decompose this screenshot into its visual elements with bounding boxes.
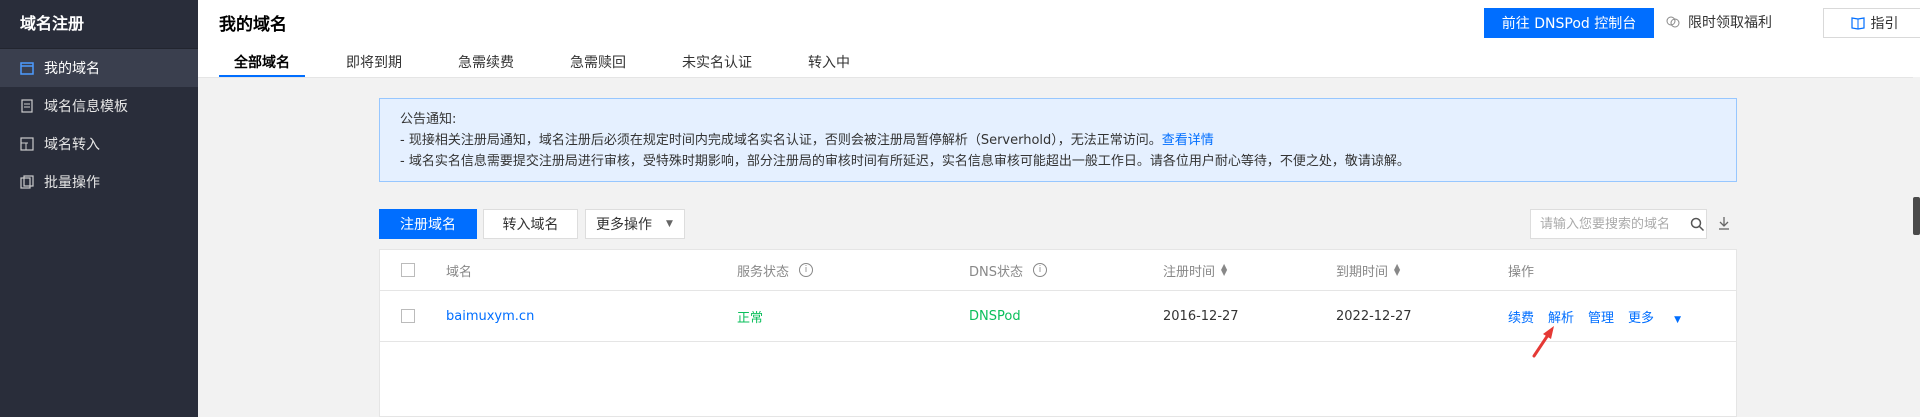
notice-line-1: - 现接相关注册局通知，域名注册后必须在规定时间内完成域名实名认证，否则会被注册… (400, 130, 1716, 151)
tab-urgent-renew[interactable]: 急需续费 (443, 50, 529, 76)
expire-time-value: 2022-12-27 (1336, 308, 1412, 324)
renew-link[interactable]: 续费 (1508, 307, 1534, 326)
table-header: 域名 服务状态 i DNS状态 i 注册时间 ▲ ▼ 到期时间 ▲ ▼ 操作 (380, 250, 1736, 291)
info-icon[interactable]: i (1033, 263, 1047, 277)
register-domain-button[interactable]: 注册域名 (379, 209, 477, 239)
manage-link[interactable]: 管理 (1588, 307, 1614, 326)
caret-down-icon: ▼ (1674, 314, 1681, 325)
col-domain: 域名 (446, 264, 473, 280)
more-actions-dropdown[interactable]: 更多操作 ▼ (585, 209, 685, 239)
view-details-link[interactable]: 查看详情 (1162, 133, 1214, 148)
sidebar-item-info-template[interactable]: 域名信息模板 (0, 87, 198, 125)
row-checkbox[interactable] (401, 309, 415, 323)
annotation-arrow-icon (1532, 326, 1554, 358)
col-expire-time[interactable]: 到期时间 ▲ ▼ (1336, 250, 1400, 290)
tab-transferring[interactable]: 转入中 (793, 50, 865, 76)
chat-icon (1666, 16, 1680, 28)
service-status-value: 正常 (737, 310, 764, 326)
dnspod-console-button[interactable]: 前往 DNSPod 控制台 (1484, 8, 1654, 38)
dns-status-value: DNSPod (969, 308, 1021, 324)
search-input[interactable] (1531, 210, 1686, 238)
tab-expiring[interactable]: 即将到期 (331, 50, 417, 76)
info-icon[interactable]: i (799, 263, 814, 277)
col-register-time-label: 注册时间 (1163, 264, 1216, 280)
notice-line-1-text: - 现接相关注册局通知，域名注册后必须在规定时间内完成域名实名认证，否则会被注册… (400, 133, 1162, 148)
tab-urgent-redeem[interactable]: 急需赎回 (555, 50, 641, 76)
select-all-cell (401, 250, 415, 290)
sort-icon: ▲ ▼ (1221, 262, 1228, 277)
col-expire-time-label: 到期时间 (1336, 264, 1389, 280)
search-box (1530, 209, 1707, 239)
sidebar-item-my-domains[interactable]: 我的域名 (0, 49, 198, 87)
select-all-checkbox[interactable] (401, 263, 415, 277)
sidebar-title: 域名注册 (0, 0, 198, 49)
transfer-domain-button[interactable]: 转入域名 (483, 209, 578, 239)
col-dns-status: DNS状态 i (969, 250, 1047, 290)
col-register-time[interactable]: 注册时间 ▲ ▼ (1163, 250, 1227, 290)
sidebar-item-label: 域名转入 (44, 137, 100, 153)
more-dropdown[interactable]: 更多 ▼ (1628, 307, 1695, 326)
welfare-link[interactable]: 限时领取福利 (1666, 12, 1772, 32)
sort-icon: ▲ ▼ (1394, 262, 1401, 277)
transfer-icon (20, 137, 34, 151)
tabs: 全部域名 即将到期 急需续费 急需赎回 未实名认证 转入中 (219, 50, 891, 77)
sidebar-item-batch[interactable]: 批量操作 (0, 163, 198, 201)
col-dns-status-label: DNS状态 (969, 264, 1023, 280)
copy-icon (20, 175, 34, 189)
download-icon[interactable] (1716, 215, 1732, 231)
notice-line-2: - 域名实名信息需要提交注册局进行审核，受特殊时期影响，部分注册局的审核时间有所… (400, 154, 1410, 169)
scrollbar-thumb[interactable] (1913, 197, 1920, 235)
sidebar: 域名注册 我的域名 域名信息模板 域名转入 批量操作 (0, 0, 198, 417)
sidebar-item-label: 批量操作 (44, 175, 100, 191)
more-label: 更多 (1628, 310, 1655, 326)
page-title: 我的域名 (219, 15, 287, 35)
search-icon[interactable] (1690, 217, 1705, 232)
document-icon (20, 99, 34, 113)
domain-link[interactable]: baimuxym.cn (446, 291, 534, 341)
col-service-status-label: 服务状态 (737, 264, 790, 280)
sidebar-item-label: 域名信息模板 (44, 99, 128, 115)
sidebar-item-transfer-in[interactable]: 域名转入 (0, 125, 198, 163)
guide-button[interactable]: 指引 (1823, 8, 1920, 38)
scrollbar[interactable] (1913, 77, 1920, 417)
caret-down-icon: ▼ (666, 219, 673, 229)
book-icon (1850, 17, 1865, 30)
tab-unverified[interactable]: 未实名认证 (667, 50, 767, 76)
guide-label: 指引 (1870, 16, 1899, 32)
tab-all-domains[interactable]: 全部域名 (219, 50, 305, 77)
sidebar-item-label: 我的域名 (44, 61, 100, 77)
welfare-label: 限时领取福利 (1688, 15, 1772, 31)
header: 我的域名 全部域名 即将到期 急需续费 急需赎回 未实名认证 转入中 前往 DN… (198, 0, 1920, 78)
calendar-icon (20, 61, 34, 75)
register-time-value: 2016-12-27 (1163, 308, 1239, 324)
row-select-cell (401, 291, 415, 341)
notice-banner: 公告通知: - 现接相关注册局通知，域名注册后必须在规定时间内完成域名实名认证，… (379, 98, 1737, 182)
col-actions: 操作 (1508, 264, 1535, 280)
resolve-link[interactable]: 解析 (1548, 307, 1574, 326)
col-service-status: 服务状态 i (737, 250, 814, 290)
more-actions-label: 更多操作 (596, 217, 652, 233)
notice-title: 公告通知: (400, 112, 457, 127)
